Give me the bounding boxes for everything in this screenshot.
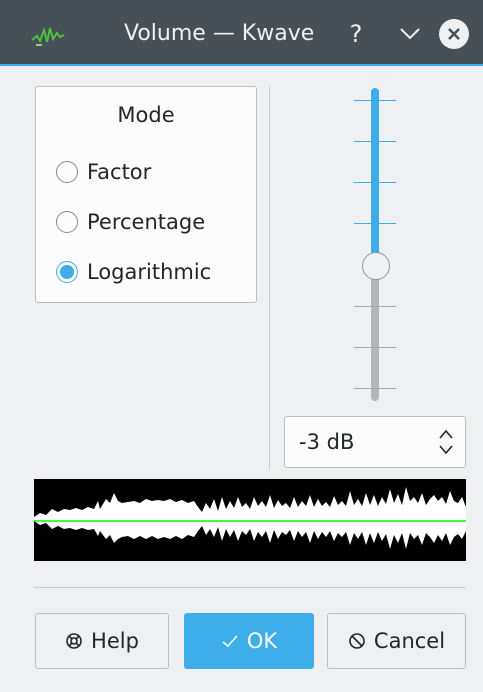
slider-handle[interactable] <box>362 252 390 280</box>
mode-group: Mode Factor Percentage Logarithmic <box>35 86 257 303</box>
spinbox-up-down-icon[interactable] <box>437 427 455 457</box>
window-title: Volume — Kwave <box>124 21 315 46</box>
help-lifebuoy-icon <box>65 632 83 650</box>
radio-factor[interactable]: Factor <box>56 157 151 187</box>
radio-button-factor[interactable] <box>56 161 78 183</box>
ok-button-label: OK <box>246 629 278 653</box>
slider-track-empty[interactable] <box>371 262 379 401</box>
waveform-preview <box>34 479 466 561</box>
radio-logarithmic[interactable]: Logarithmic <box>56 257 211 287</box>
waveform-graphic <box>34 487 466 549</box>
radio-label-logarithmic: Logarithmic <box>87 260 212 284</box>
kwave-app-icon <box>31 26 65 46</box>
cancel-icon <box>348 632 366 650</box>
title-bar: Volume — Kwave ? <box>0 0 483 66</box>
cancel-button[interactable]: Cancel <box>327 613 466 669</box>
slider-tick <box>354 141 396 142</box>
mode-group-title: Mode <box>117 103 175 127</box>
horizontal-separator <box>34 587 466 588</box>
volume-spinbox[interactable]: -3 dB <box>284 416 466 468</box>
radio-percentage[interactable]: Percentage <box>56 207 205 237</box>
radio-label-factor: Factor <box>87 160 152 184</box>
close-icon <box>439 19 469 49</box>
ok-button[interactable]: OK <box>184 613 314 669</box>
vertical-separator <box>269 86 270 470</box>
help-question-icon[interactable]: ? <box>338 16 374 52</box>
slider-tick <box>354 347 396 348</box>
slider-tick <box>354 306 396 307</box>
cancel-button-label: Cancel <box>373 629 446 653</box>
spinbox-value[interactable]: -3 dB <box>299 430 354 454</box>
radio-button-percentage[interactable] <box>56 211 78 233</box>
slider-track-filled[interactable] <box>371 88 379 266</box>
help-button[interactable]: Help <box>35 613 169 669</box>
checkmark-icon <box>221 633 239 649</box>
slider-tick <box>354 182 396 183</box>
radio-label-percentage: Percentage <box>87 210 206 234</box>
slider-tick <box>354 100 396 101</box>
radio-button-logarithmic[interactable] <box>56 261 78 283</box>
slider-tick <box>354 223 396 224</box>
chevron-down-icon[interactable] <box>392 16 428 52</box>
slider-tick <box>354 388 396 389</box>
close-button[interactable] <box>436 16 472 52</box>
help-button-label: Help <box>91 629 139 653</box>
